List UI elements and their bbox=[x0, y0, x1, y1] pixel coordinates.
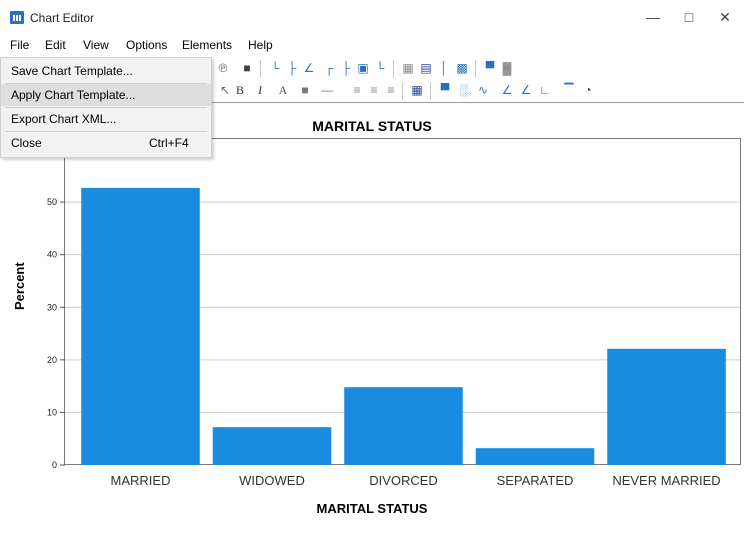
x-tick-label: MARRIED bbox=[111, 473, 171, 488]
x-tick-label: WIDOWED bbox=[239, 473, 305, 488]
file-menu-dropdown: Save Chart Template... Apply Chart Templ… bbox=[0, 57, 212, 158]
bar[interactable] bbox=[81, 187, 200, 465]
menu-close[interactable]: Close Ctrl+F4 bbox=[1, 132, 211, 154]
y-tick-label: 20 bbox=[47, 355, 57, 365]
x-axis-title[interactable]: MARITAL STATUS bbox=[0, 501, 744, 516]
menu-shortcut: Ctrl+F4 bbox=[149, 136, 189, 150]
x-tick-label: NEVER MARRIED bbox=[612, 473, 720, 488]
bar[interactable] bbox=[212, 427, 332, 465]
menu-item-label: Export Chart XML... bbox=[11, 112, 117, 126]
bar[interactable] bbox=[344, 387, 463, 465]
y-tick-label: 40 bbox=[47, 250, 57, 260]
menu-item-label: Close bbox=[11, 136, 42, 150]
y-tick-label: 30 bbox=[47, 302, 57, 312]
y-axis-title[interactable]: Percent bbox=[12, 262, 27, 310]
menu-export-chart-xml[interactable]: Export Chart XML... bbox=[1, 108, 211, 130]
y-tick-label: 10 bbox=[47, 407, 57, 417]
y-tick-label: 50 bbox=[47, 197, 57, 207]
x-tick-label: DIVORCED bbox=[369, 473, 438, 488]
menu-save-chart-template[interactable]: Save Chart Template... bbox=[1, 60, 211, 82]
bar[interactable] bbox=[607, 348, 726, 465]
menu-item-label: Save Chart Template... bbox=[11, 64, 133, 78]
bar[interactable] bbox=[475, 448, 595, 465]
x-tick-label: SEPARATED bbox=[497, 473, 574, 488]
menu-apply-chart-template[interactable]: Apply Chart Template... bbox=[1, 84, 211, 106]
y-tick-label: 0 bbox=[52, 460, 57, 470]
menu-item-label: Apply Chart Template... bbox=[11, 88, 136, 102]
